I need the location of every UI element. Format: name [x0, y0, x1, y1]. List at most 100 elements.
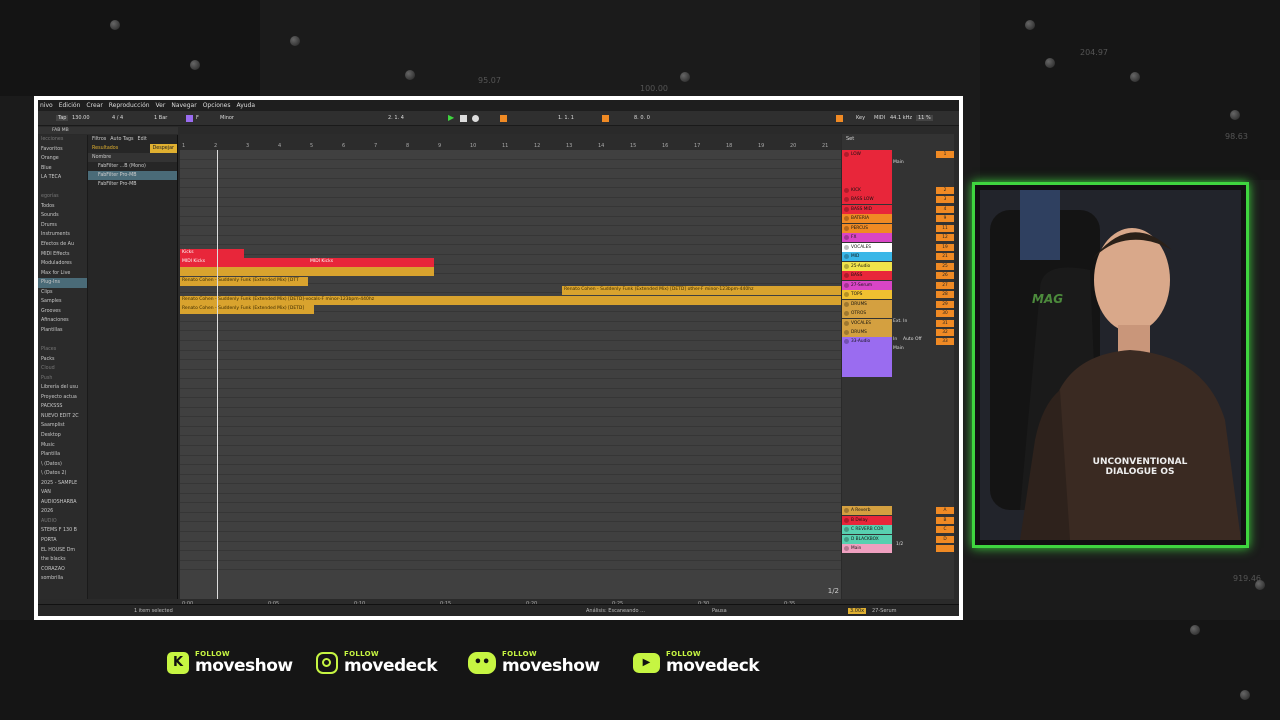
record-icon[interactable] — [472, 115, 479, 122]
track-lane[interactable] — [180, 198, 841, 208]
clip[interactable]: Kicks — [180, 249, 244, 258]
track-lane[interactable] — [180, 389, 841, 399]
browser-item[interactable]: Saamplist — [38, 421, 87, 431]
menu-navigate[interactable]: Navegar — [171, 102, 196, 109]
track-activator[interactable]: D — [936, 535, 954, 543]
browser-item[interactable]: MIDI Effects — [38, 250, 87, 260]
track-activator[interactable]: A — [936, 507, 954, 514]
zoom-level[interactable]: 3.00x — [848, 608, 867, 614]
track-fold-icon[interactable] — [844, 207, 849, 212]
browser-item[interactable]: Clips — [38, 288, 87, 298]
track-lane[interactable] — [180, 179, 841, 189]
browser-item[interactable]: Packs — [38, 355, 87, 365]
track-header[interactable]: PERCUS — [842, 224, 892, 233]
track-lane[interactable] — [180, 331, 841, 341]
browser-item[interactable]: AUDIOSHARBA — [38, 498, 87, 508]
browser-file[interactable]: FabFilter ...B (Mono) — [88, 162, 177, 171]
social-discord[interactable]: •• FOLLOW moveshow — [468, 648, 600, 678]
track-fold-icon[interactable] — [844, 245, 849, 250]
track-activator[interactable]: 3 — [936, 196, 954, 203]
scale-mode-icon[interactable] — [186, 115, 193, 122]
track-activator[interactable] — [936, 545, 954, 553]
browser-item[interactable]: Moduladores — [38, 259, 87, 269]
track-lane[interactable] — [180, 532, 841, 542]
browser-item[interactable]: sombrilla — [38, 574, 87, 584]
track-fold-icon[interactable] — [844, 235, 849, 240]
track-fold-icon[interactable] — [844, 254, 849, 259]
track-activator[interactable]: 32 — [936, 329, 954, 336]
track-lane[interactable] — [180, 370, 841, 380]
clip[interactable]: Renato Cohen - Suddenly Funk (Extended M… — [180, 305, 314, 314]
browser-file[interactable]: FabFilter Pro-MB — [88, 180, 177, 189]
browser-item[interactable]: Drums — [38, 221, 87, 231]
track-activator[interactable]: 21 — [936, 253, 954, 260]
track-activator[interactable]: 2 — [936, 187, 954, 194]
track-activator[interactable]: 28 — [936, 291, 954, 298]
browser-item[interactable]: Afinaciones — [38, 316, 87, 326]
track-lane[interactable] — [180, 475, 841, 485]
browser-search-input[interactable]: FAB MB — [52, 128, 69, 133]
track-header[interactable]: BASS LOW — [842, 195, 892, 204]
browser-item[interactable]: Plug-Ins — [38, 278, 87, 288]
track-lane[interactable] — [180, 217, 841, 227]
time-signature[interactable]: 4 / 4 — [112, 115, 123, 121]
track-header[interactable]: VOCALES — [842, 243, 892, 252]
track-lane[interactable] — [180, 484, 841, 494]
browser-item[interactable]: Music — [38, 441, 87, 451]
track-header[interactable]: DRUMS — [842, 300, 892, 309]
track-lane[interactable] — [180, 551, 841, 561]
auto-tags-button[interactable]: Auto Tags — [110, 135, 133, 144]
track-lane[interactable] — [180, 351, 841, 361]
return-track-header[interactable]: B Delay — [842, 515, 892, 525]
track-fold-icon[interactable] — [844, 508, 849, 513]
clip[interactable]: MIDI Kicks — [180, 258, 308, 267]
track-lane[interactable] — [180, 312, 841, 322]
clear-button[interactable]: Despejar — [149, 144, 177, 153]
set-button[interactable]: Set — [846, 136, 854, 142]
browser-item[interactable]: PACKSSS — [38, 402, 87, 412]
browser-item[interactable]: Samples — [38, 297, 87, 307]
track-activator[interactable]: 1 — [936, 151, 954, 158]
track-activator[interactable]: 25 — [936, 263, 954, 270]
track-header[interactable]: FX — [842, 233, 892, 242]
track-fold-icon[interactable] — [844, 536, 849, 542]
stop-icon[interactable] — [460, 115, 467, 122]
track-fold-icon[interactable] — [844, 188, 849, 193]
track-lane[interactable] — [180, 561, 841, 571]
track-header[interactable]: TOPS — [842, 290, 892, 299]
track-header[interactable]: 25-Audio — [842, 262, 892, 271]
menu-file[interactable]: nivo — [40, 102, 53, 109]
track-fold-icon[interactable] — [844, 226, 849, 231]
browser-item[interactable]: PORTA — [38, 536, 87, 546]
track-lane[interactable] — [180, 322, 841, 332]
track-lane[interactable] — [180, 150, 841, 160]
track-activator[interactable]: 29 — [936, 301, 954, 308]
browser-item[interactable]: Blue — [38, 164, 87, 174]
track-fold-icon[interactable] — [844, 283, 849, 288]
main-page[interactable]: 1/2 — [896, 542, 903, 547]
track-fold-icon[interactable] — [844, 321, 849, 326]
quantize-select[interactable]: 1 Bar — [154, 115, 167, 121]
menu-playback[interactable]: Reproducción — [109, 102, 150, 109]
tempo-field[interactable]: 130.00 — [72, 115, 90, 121]
browser-item[interactable]: Efectos de Au — [38, 240, 87, 250]
track-fold-icon[interactable] — [844, 264, 849, 269]
track-activator[interactable]: 31 — [936, 320, 954, 327]
browser-item[interactable]: Plantilla — [38, 450, 87, 460]
output-routing[interactable]: Main — [893, 160, 904, 165]
track-fold-icon[interactable] — [844, 216, 849, 221]
monitor-in[interactable]: In — [893, 337, 897, 342]
track-header[interactable]: MID — [842, 252, 892, 261]
track-fold-icon[interactable] — [844, 273, 849, 278]
track-fold-icon[interactable] — [844, 197, 849, 202]
track-lane[interactable] — [180, 513, 841, 523]
track-header[interactable]: 27-Serum — [842, 281, 892, 290]
return-track-header[interactable]: Main — [842, 544, 892, 554]
play-icon[interactable]: ▶ — [448, 113, 455, 122]
browser-item[interactable]: 2026 — [38, 507, 87, 517]
browser-search-bar[interactable]: FAB MB — [38, 127, 178, 134]
track-lane[interactable] — [180, 341, 841, 351]
track-activator[interactable]: 11 — [936, 225, 954, 232]
browser-item[interactable]: Sounds — [38, 211, 87, 221]
menu-edit[interactable]: Edición — [59, 102, 81, 109]
